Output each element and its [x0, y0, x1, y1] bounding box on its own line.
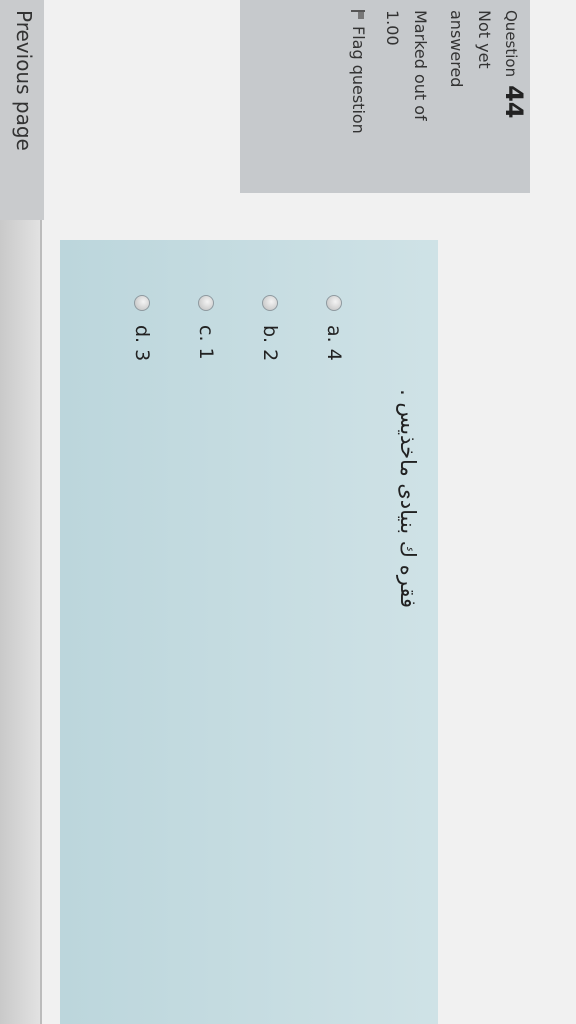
radio-icon[interactable] [134, 295, 150, 311]
radio-icon[interactable] [262, 295, 278, 311]
answer-label: c. 1 [195, 325, 217, 360]
flag-icon [352, 10, 366, 20]
answer-label: b. 2 [259, 325, 281, 362]
question-number: 44 [500, 85, 528, 119]
question-state: Not yet answered [447, 10, 494, 88]
question-content: فقره ك بنيادى ماخذيس . a. 4 b. 2 c. 1 d.… [60, 240, 438, 1024]
question-header: Question 44 [500, 10, 528, 193]
previous-page-button[interactable]: Previous page [0, 0, 44, 220]
flag-question-label: Flag question [349, 26, 368, 134]
answer-label: a. 4 [323, 325, 345, 361]
answer-option-c[interactable]: c. 1 [174, 295, 238, 361]
answer-option-d[interactable]: d. 3 [110, 295, 174, 361]
radio-icon[interactable] [198, 295, 214, 311]
screen: Question 44 Not yet answered Marked out … [0, 0, 576, 1024]
question-label: Question [502, 10, 520, 78]
question-text: فقره ك بنيادى ماخذيس . [396, 389, 420, 608]
question-mark: Marked out of 1.00 [383, 10, 430, 121]
photo-frame: Question 44 Not yet answered Marked out … [0, 0, 576, 1024]
answer-option-b[interactable]: b. 2 [238, 295, 302, 361]
answer-option-a[interactable]: a. 4 [302, 295, 366, 361]
radio-icon[interactable] [326, 295, 342, 311]
question-info-panel: Question 44 Not yet answered Marked out … [240, 0, 530, 193]
flag-question-link[interactable]: Flag question [349, 10, 368, 193]
answer-list: a. 4 b. 2 c. 1 d. 3 [110, 295, 366, 361]
answer-label: d. 3 [131, 325, 153, 362]
